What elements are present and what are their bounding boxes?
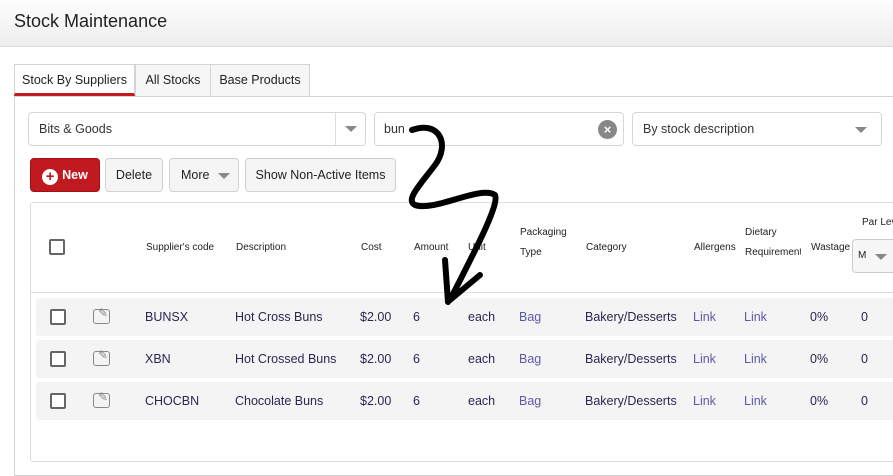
cell-description: Hot Crossed Buns — [235, 352, 337, 366]
cell-par: 0 — [861, 310, 868, 324]
cell-code: BUNSX — [145, 310, 189, 324]
col-cost: Cost — [361, 242, 382, 253]
plus-circle-icon: + — [42, 169, 59, 185]
cell-packaging[interactable]: Bag — [519, 298, 541, 336]
col-dietary: DietaryRequirements — [745, 227, 801, 258]
cell-allergens[interactable]: Link — [693, 382, 716, 420]
col-allergens: Allergens — [694, 242, 736, 253]
col-par-level: Par Level — [862, 217, 893, 228]
cell-par: 0 — [861, 394, 868, 408]
more-button[interactable]: More — [169, 158, 239, 192]
cell-category: Bakery/Desserts — [585, 394, 677, 408]
par-level-select[interactable]: M — [852, 239, 893, 273]
supplier-select[interactable]: Bits & Goods — [28, 112, 366, 146]
cell-allergens[interactable]: Link — [693, 340, 716, 378]
cell-code: CHOCBN — [145, 394, 200, 408]
col-wastage: Wastage — [811, 242, 851, 253]
page-title: Stock Maintenance — [14, 11, 168, 31]
chevron-down-icon — [855, 127, 867, 133]
cell-description: Chocolate Buns — [235, 394, 324, 408]
tab-base-products[interactable]: Base Products — [210, 64, 310, 96]
cell-amount: 6 — [413, 394, 420, 408]
row-checkbox[interactable] — [50, 309, 66, 325]
tab-stock-by-suppliers[interactable]: Stock By Suppliers — [14, 64, 135, 96]
tab-all-stocks[interactable]: All Stocks — [135, 64, 211, 96]
edit-icon[interactable]: ✎ — [93, 348, 110, 366]
hand-drawn-arrow-annotation — [408, 124, 499, 305]
chevron-down-icon — [218, 173, 230, 179]
edit-icon[interactable]: ✎ — [93, 390, 110, 408]
chevron-down-icon — [345, 126, 357, 132]
cell-description: Hot Cross Buns — [235, 310, 323, 324]
select-all-checkbox[interactable] — [49, 239, 65, 255]
row-checkbox[interactable] — [50, 351, 66, 367]
cell-wastage: 0% — [810, 310, 829, 324]
col-description: Description — [236, 242, 287, 253]
sort-select-value: By stock description — [643, 122, 755, 136]
delete-button[interactable]: Delete — [105, 158, 163, 192]
table-row[interactable]: ✎ CHOCBN Chocolate Buns $2.00 6 each Bag Bakery… — [36, 382, 893, 420]
cell-dietary[interactable]: Link — [744, 340, 767, 378]
cell-dietary[interactable]: Link — [744, 382, 767, 420]
cell-unit: each — [468, 352, 496, 366]
sort-select[interactable]: By stock description — [632, 112, 882, 146]
cell-unit: each — [468, 394, 496, 408]
more-button-label: More — [181, 168, 210, 182]
cell-cost: $2.00 — [360, 310, 392, 324]
col-packaging: Packaging Type — [520, 227, 567, 258]
cell-dietary[interactable]: Link — [744, 298, 767, 336]
clear-search-icon[interactable]: × — [598, 120, 617, 139]
cell-par: 0 — [861, 352, 868, 366]
col-code: Supplier's code — [146, 242, 215, 253]
cell-wastage: 0% — [810, 352, 829, 366]
show-non-active-button[interactable]: Show Non-Active Items — [245, 158, 396, 192]
table-row[interactable]: ✎ XBN Hot Crossed Buns $2.00 6 each Bag Bakery/… — [36, 340, 893, 378]
cell-allergens[interactable]: Link — [693, 298, 716, 336]
cell-packaging[interactable]: Bag — [519, 382, 541, 420]
cell-wastage: 0% — [810, 394, 829, 408]
cell-category: Bakery/Desserts — [585, 310, 677, 324]
cell-category: Bakery/Desserts — [585, 352, 677, 366]
cell-amount: 6 — [413, 352, 420, 366]
cell-packaging[interactable]: Bag — [519, 340, 541, 378]
supplier-select-value: Bits & Goods — [39, 122, 112, 136]
cell-cost: $2.00 — [360, 352, 392, 366]
edit-icon[interactable]: ✎ — [93, 306, 110, 324]
cell-code: XBN — [145, 352, 171, 366]
row-checkbox[interactable] — [50, 393, 66, 409]
cell-cost: $2.00 — [360, 394, 392, 408]
new-button[interactable]: + New — [30, 158, 100, 192]
new-button-label: New — [62, 168, 88, 182]
col-category: Category — [586, 242, 627, 253]
